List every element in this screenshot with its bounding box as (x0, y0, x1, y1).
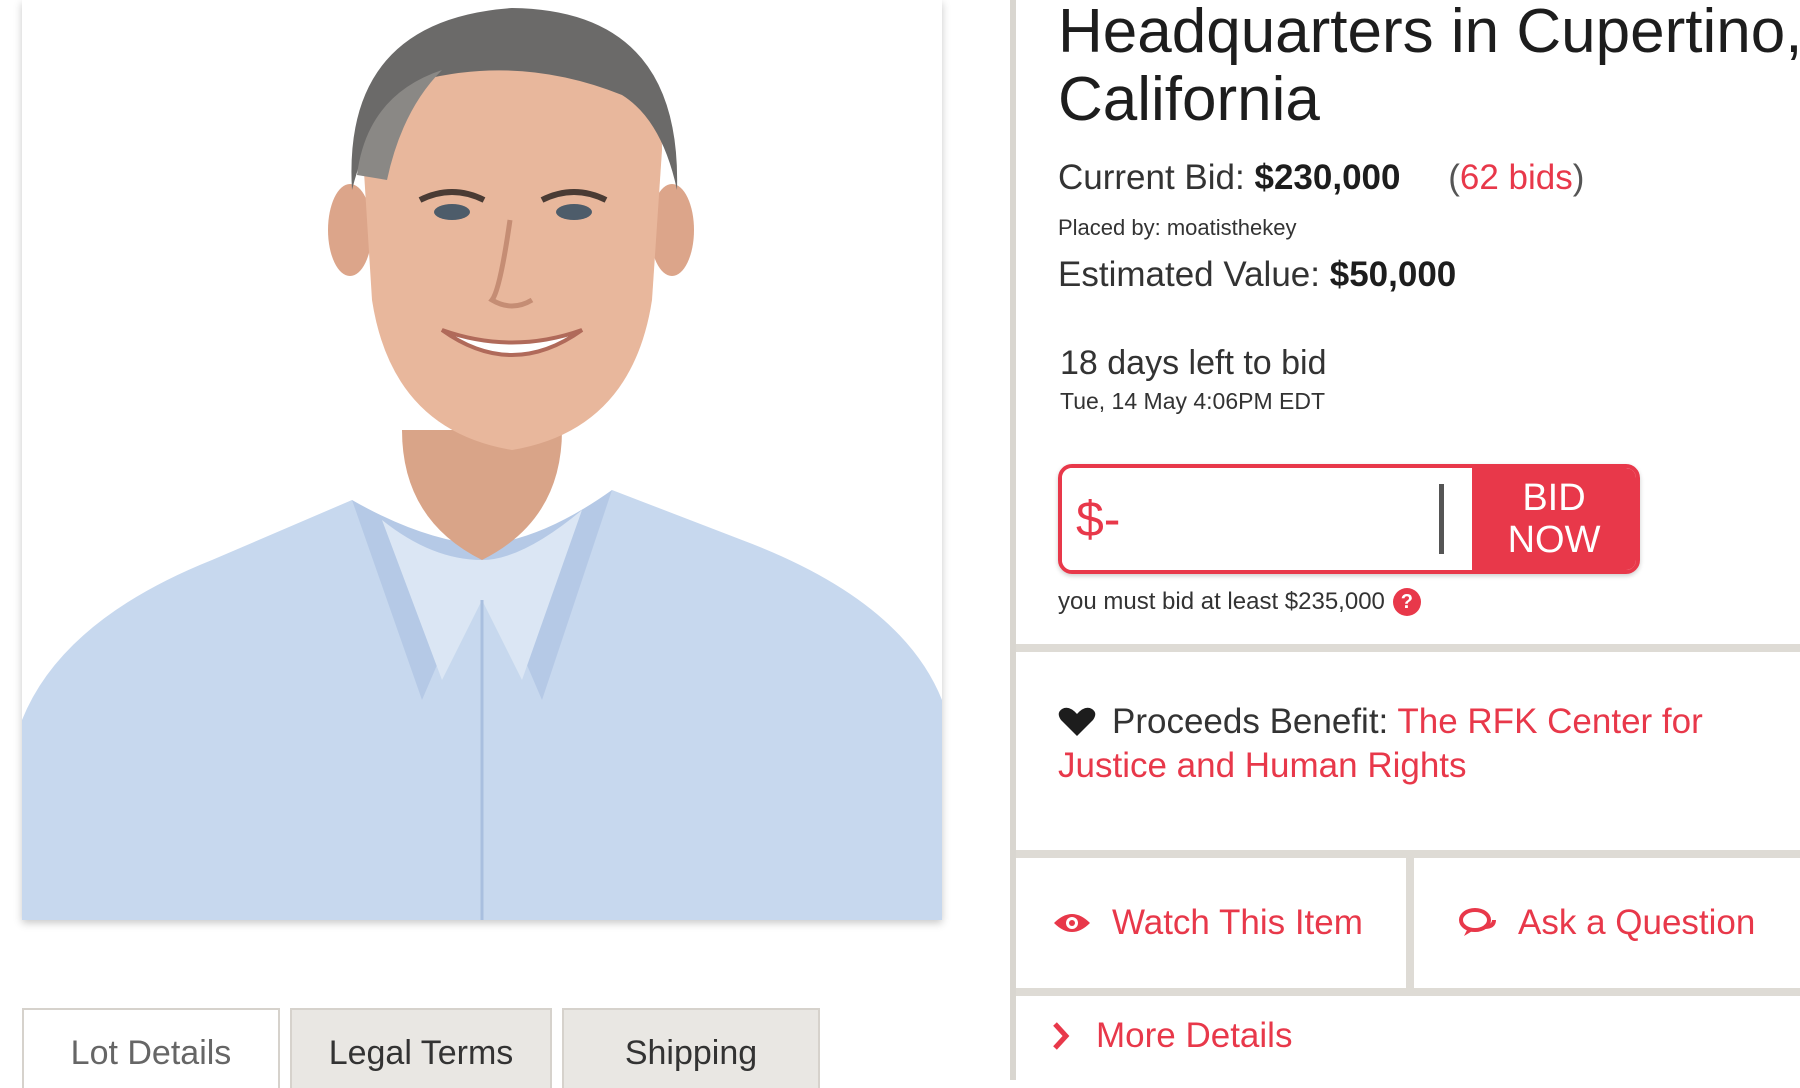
lot-panel: Headquarters in Cupertino, California Cu… (1010, 0, 1800, 1080)
lot-title-line-2: California (1058, 65, 1320, 134)
bid-amount-input[interactable] (1062, 468, 1472, 570)
input-divider (1439, 484, 1444, 554)
current-bid-value: $230,000 (1254, 158, 1401, 197)
proceeds-benefit: Proceeds Benefit: The RFK Center for Jus… (1058, 700, 1758, 788)
tab-lot-details[interactable]: Lot Details (22, 1008, 280, 1088)
lot-tabs: Lot Details Legal Terms Shipping (22, 1008, 820, 1088)
portrait-image (22, 0, 942, 920)
bid-now-line-1: BID (1522, 477, 1586, 519)
ask-question-label: Ask a Question (1518, 903, 1756, 942)
watch-item-label: Watch This Item (1112, 903, 1363, 942)
bid-count-link[interactable]: (62 bids) (1448, 158, 1584, 197)
lot-title-line-1: Headquarters in Cupertino, (1058, 0, 1800, 66)
min-bid-text: you must bid at least $235,000 (1058, 588, 1385, 615)
more-details-label: More Details (1096, 1016, 1293, 1055)
estimated-amount: $50,000 (1329, 255, 1457, 294)
time-left: 18 days left to bid (1060, 344, 1327, 382)
placed-by: Placed by: moatisthekey (1058, 215, 1297, 240)
bid-info: Headquarters in Cupertino, California Cu… (1048, 0, 1800, 644)
bid-count-text: 62 bids (1459, 158, 1573, 197)
proceeds-label: Proceeds Benefit: (1112, 702, 1389, 741)
eye-icon (1054, 914, 1090, 932)
divider (1016, 644, 1800, 652)
bid-now-line-2: NOW (1507, 519, 1601, 561)
bid-form: BID NOW (1058, 464, 1640, 574)
more-details-link[interactable]: More Details (1052, 1016, 1292, 1056)
item-actions: Watch This Item Ask a Question (1016, 858, 1800, 988)
current-bid-label: Current Bid: (1058, 158, 1245, 197)
bid-input-wrapper (1062, 468, 1472, 570)
heart-icon (1058, 707, 1096, 736)
estimated-value: Estimated Value: $50,000 (1058, 255, 1456, 295)
bid-now-button[interactable]: BID NOW (1472, 468, 1636, 570)
min-bid-note: you must bid at least $235,000 ? (1058, 588, 1421, 616)
estimated-label: Estimated Value: (1058, 255, 1320, 294)
speech-bubbles-icon (1459, 908, 1496, 936)
lot-photo (22, 0, 942, 920)
end-time: Tue, 14 May 4:06PM EDT (1060, 388, 1326, 414)
help-icon[interactable]: ? (1392, 588, 1421, 616)
divider (1016, 850, 1800, 858)
divider (1016, 988, 1800, 996)
tab-legal-terms[interactable]: Legal Terms (290, 1008, 552, 1088)
ask-question-button[interactable]: Ask a Question (1414, 858, 1800, 988)
watch-item-button[interactable]: Watch This Item (1016, 858, 1414, 988)
tab-shipping[interactable]: Shipping (562, 1008, 820, 1088)
current-bid: Current Bid: $230,000 (62 bids) (1058, 158, 1584, 198)
lot-title: Headquarters in Cupertino, California (1058, 0, 1800, 134)
chevron-right-icon (1053, 1022, 1070, 1050)
